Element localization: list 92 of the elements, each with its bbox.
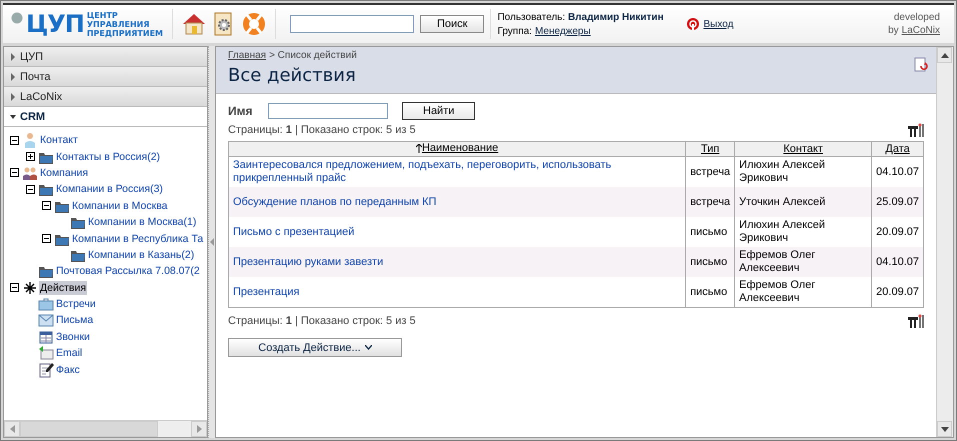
pencil-note-icon [38,362,54,378]
scroll-up-button[interactable] [937,47,952,63]
table-cell: 20.09.07 [876,226,919,238]
table-settings-icon[interactable] [908,123,924,137]
arrow-up-icon [940,52,948,58]
pager-text: Страницы: 1 | Показано строк: 5 из 5 [228,315,416,327]
refresh-icon[interactable] [914,57,928,73]
table-settings-icon[interactable] [908,314,924,328]
developer-link[interactable]: LaCoNix [902,25,940,36]
group-link[interactable]: Менеджеры [534,26,591,36]
column-header[interactable]: Наименование [416,142,498,154]
tree-item[interactable]: Встречи [55,297,97,312]
tree-item[interactable]: Контакты в Россия(2) [55,150,162,164]
briefcase-icon [38,296,54,312]
power-icon [687,18,700,30]
tree-item[interactable]: Действия [39,280,88,295]
house-icon [181,11,207,37]
tree-item[interactable]: Факс [55,362,81,377]
tree-item[interactable]: Компании в Республика Та [71,232,204,246]
action-link[interactable]: Заинтересовался предложением, подъехать, переговорить, использовать прикрепленный прайс [233,159,682,185]
email-icon [38,345,54,362]
table-cell: письмо [690,256,728,268]
tree-item[interactable]: Email [55,346,84,360]
table-cell: 25.09.07 [876,196,919,208]
table-cell: письмо [690,226,728,238]
vertical-scrollbar[interactable] [936,47,953,437]
caret-down-icon [364,345,372,350]
pager-text: Страницы: 1 | Показано строк: 5 из 5 [228,124,416,136]
logout-link[interactable]: Выход [703,18,734,30]
name-label: Имя [228,104,254,118]
caret-right-icon [10,72,16,80]
collapse-toggle[interactable] [26,184,34,194]
table-cell: 20.09.07 [876,286,919,298]
table-cell: письмо [690,286,728,298]
search-field[interactable] [290,15,414,33]
user-label: Пользователь: Владимир Никитин [497,12,665,22]
logo-text: ЦЕНТР УПРАВЛЕНИЯ ПРЕДПРИЯТИЕМ [86,10,163,38]
sphere-icon [11,12,23,24]
table-cell: Илюхин Алексей Эрикович [739,159,825,184]
table-cell: 04.10.07 [876,166,919,178]
tree-item[interactable]: Почтовая Рассылка 7.08.07(2 [55,264,201,278]
logo-mark: ЦУП [26,10,84,38]
sort-arrow-icon [416,144,422,153]
table-cell: Ефремов Олег Алексеевич [739,249,816,274]
breadcrumb-link[interactable]: Главная [228,50,266,61]
collapse-toggle[interactable] [42,201,50,210]
arrow-down-icon [940,426,948,432]
by-text: by [888,25,899,36]
arrow-left-icon [10,425,14,433]
tree-item[interactable]: Письма [55,313,94,328]
tree-item[interactable]: Контакт [39,133,79,148]
caret-down-icon [10,112,16,120]
caret-right-icon [10,92,16,100]
table-cell: Илюхин Алексей Эрикович [739,219,825,244]
table-cell: встреча [690,196,730,208]
accordion-header[interactable]: LaCoNix [4,87,207,107]
table-cell: Уточкин Алексей [739,196,826,208]
asterisk-icon [22,280,38,296]
tree-item[interactable]: Компания [39,166,90,180]
tree-item[interactable]: Звонки [55,330,91,344]
caret-right-icon [10,52,16,60]
group-label: Группа: [497,26,532,36]
collapse-toggle[interactable] [42,234,50,244]
arrow-right-icon [196,425,202,433]
calendar-icon [38,328,54,345]
person-icon [22,132,38,148]
accordion-header[interactable]: Почта [4,67,207,87]
collapse-toggle[interactable] [10,283,18,292]
action-link[interactable]: Презентация [233,286,682,298]
tree-item[interactable]: Компании в Россия(3) [55,182,164,196]
table-cell: встреча [690,166,730,178]
search-button[interactable]: Поиск [420,15,484,33]
people-icon [22,164,38,181]
tree-item[interactable]: Компании в Москва(1) [87,215,198,230]
envelope-icon [38,312,54,328]
breadcrumb-current: > Список действий [269,50,357,61]
accordion-header[interactable]: ЦУП [4,47,207,67]
table-cell: 04.10.07 [876,256,919,268]
expand-toggle[interactable] [26,152,34,162]
find-button[interactable]: Найти [402,102,476,120]
name-field[interactable] [268,103,388,119]
tree-item[interactable]: Компании в Москва [71,198,168,213]
tree-item[interactable]: Компании в Казань(2) [87,248,196,262]
table-cell: Ефремов Олег Алексеевич [739,279,816,304]
create-action-button[interactable]: Создать Действие... [228,338,402,357]
action-link[interactable]: Письмо с презентацией [233,226,682,238]
page-title: Все действия [228,65,357,86]
scroll-down-button[interactable] [937,421,952,437]
collapse-toggle[interactable] [10,136,18,145]
lifebuoy-icon [241,11,267,37]
collapse-toggle[interactable] [10,168,18,178]
developed-text: developed [894,12,940,23]
